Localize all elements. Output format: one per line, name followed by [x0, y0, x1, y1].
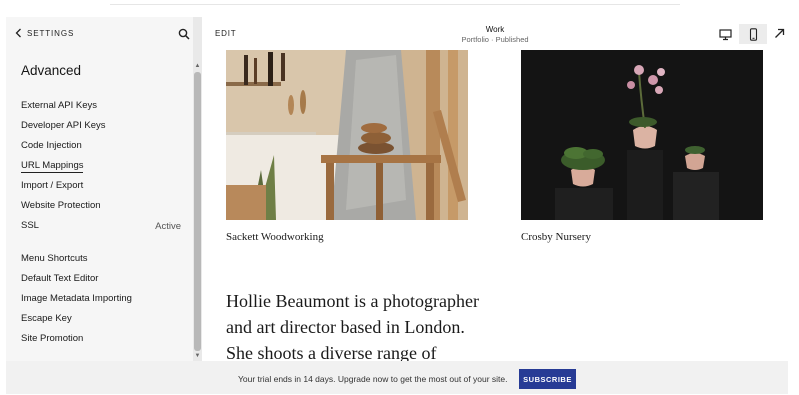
menu-item-site-promotion[interactable]: Site Promotion	[21, 329, 181, 349]
scroll-down-arrow-icon[interactable]: ▼	[193, 352, 202, 360]
bio-line: and art director based in London.	[226, 317, 465, 337]
menu-item-image-metadata-importing[interactable]: Image Metadata Importing	[21, 289, 181, 309]
menu-item-label: Menu Shortcuts	[21, 253, 88, 264]
menu-item-label: Escape Key	[21, 313, 72, 324]
menu-item-external-api-keys[interactable]: External API Keys	[21, 96, 181, 116]
menu-item-label: Code Injection	[21, 140, 82, 151]
mobile-view-button[interactable]	[739, 24, 767, 44]
project-image-woodworking	[226, 50, 468, 220]
menu-item-label: Website Protection	[21, 200, 101, 211]
chevron-left-icon	[15, 28, 21, 38]
bio-line: Hollie Beaumont is a photographer	[226, 291, 479, 311]
editor-toolbar: EDIT Work Portfolio · Published	[202, 17, 788, 50]
expand-arrow-icon[interactable]	[774, 28, 785, 39]
menu-item-label: Image Metadata Importing	[21, 293, 132, 304]
search-icon[interactable]	[178, 28, 190, 40]
top-divider	[110, 4, 680, 5]
ssl-status: Active	[155, 220, 181, 232]
back-label: SETTINGS	[27, 28, 75, 38]
menu-item-label: SSL	[21, 220, 39, 231]
bio-text: Hollie Beaumont is a photographer and ar…	[226, 288, 526, 361]
back-to-settings-button[interactable]: SETTINGS	[15, 28, 74, 38]
trial-message: Your trial ends in 14 days. Upgrade now …	[238, 374, 508, 384]
project-image-nursery	[521, 50, 763, 220]
menu-item-url-mappings[interactable]: URL Mappings	[21, 156, 181, 176]
menu-item-label: Import / Export	[21, 180, 84, 191]
page-title: Work	[485, 25, 505, 34]
sidebar-scrollbar[interactable]: ▲ ▼	[193, 17, 202, 361]
mobile-icon	[749, 27, 757, 41]
menu-item-label: Site Promotion	[21, 333, 84, 344]
scroll-up-arrow-icon[interactable]: ▲	[193, 62, 202, 70]
scroll-thumb[interactable]	[194, 72, 201, 351]
menu-spacer	[21, 236, 181, 249]
project-card-sackett[interactable]: Sackett Woodworking	[226, 50, 468, 243]
menu-item-label: Default Text Editor	[21, 273, 99, 284]
site-preview[interactable]: Sackett Woodworking Crosby Nursery Holli…	[202, 50, 788, 361]
menu-item-developer-api-keys[interactable]: Developer API Keys	[21, 116, 181, 136]
menu-item-default-text-editor[interactable]: Default Text Editor	[21, 269, 181, 289]
desktop-view-button[interactable]	[711, 24, 739, 44]
menu-item-website-protection[interactable]: Website Protection	[21, 196, 181, 216]
device-toggle	[711, 24, 768, 44]
page-subtitle: Portfolio · Published	[461, 35, 529, 44]
section-title: Advanced	[21, 63, 82, 78]
menu-item-escape-key[interactable]: Escape Key	[21, 309, 181, 329]
menu-item-import-export[interactable]: Import / Export	[21, 176, 181, 196]
menu-item-ssl[interactable]: SSL Active	[21, 216, 181, 236]
menu-item-menu-shortcuts[interactable]: Menu Shortcuts	[21, 249, 181, 269]
menu-item-label: Developer API Keys	[21, 120, 106, 131]
menu-item-label: External API Keys	[21, 100, 98, 111]
project-title: Sackett Woodworking	[226, 231, 324, 243]
project-card-crosby[interactable]: Crosby Nursery	[521, 50, 763, 243]
bio-line: She shoots a diverse range of	[226, 343, 437, 361]
desktop-icon	[718, 28, 732, 40]
settings-sidebar: SETTINGS Advanced External API Keys Deve…	[6, 17, 202, 361]
subscribe-button[interactable]: SUBSCRIBE	[519, 369, 576, 389]
menu-item-code-injection[interactable]: Code Injection	[21, 136, 181, 156]
project-title: Crosby Nursery	[521, 231, 591, 243]
trial-banner: Your trial ends in 14 days. Upgrade now …	[6, 361, 788, 394]
menu-item-label: URL Mappings	[21, 159, 84, 173]
advanced-menu: External API Keys Developer API Keys Cod…	[21, 96, 181, 349]
